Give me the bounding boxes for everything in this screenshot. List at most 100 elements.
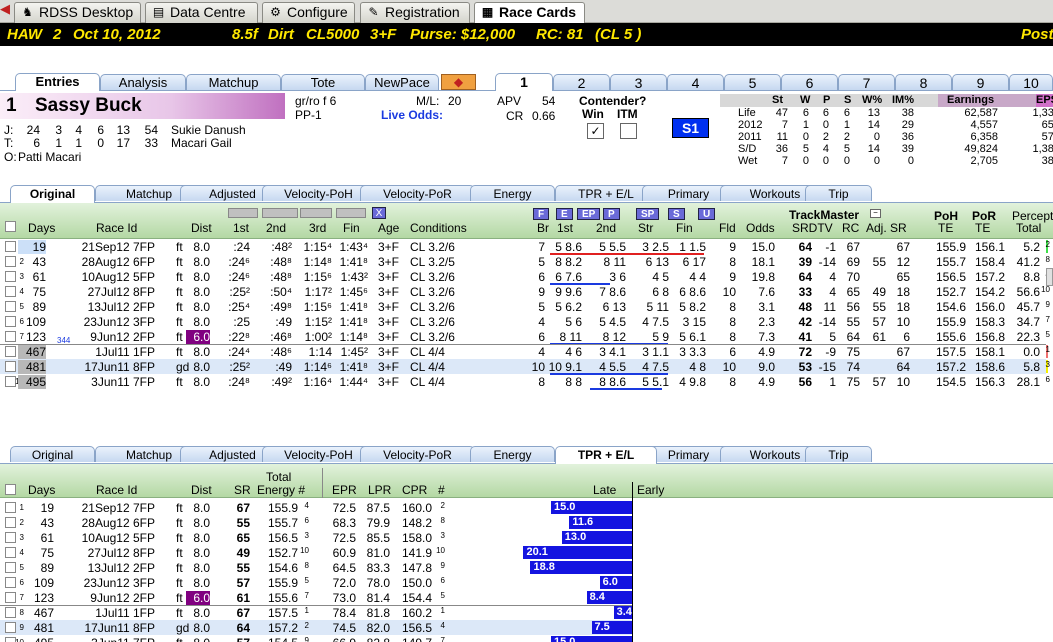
row-call-2: :49 <box>275 360 292 374</box>
row-cpr-rank: 2 <box>440 501 445 510</box>
tab-newpace[interactable]: NewPace <box>365 74 439 90</box>
row-conditions: CL 3.2/6 <box>410 285 455 299</box>
row-pos-1: 8 11 <box>559 330 582 344</box>
pp-header-first: 1st <box>233 221 250 235</box>
row-pos-2: 7 8.6 <box>599 285 626 299</box>
record-cell: 36 <box>901 131 914 143</box>
row-lpr: 79.9 <box>366 516 390 530</box>
tab-configure[interactable]: ⚙ Configure <box>262 2 355 23</box>
race-distance: 8.5f <box>232 26 258 43</box>
back-arrow-icon[interactable]: ◀ <box>0 2 12 16</box>
record-row-label: Life <box>738 107 756 119</box>
row-call-3: 1:00² <box>304 330 332 344</box>
row-call-3: 1:17² <box>304 285 332 299</box>
pp-header-adjsr: Adj. SR <box>866 221 907 235</box>
row-call-1: :22⁸ <box>228 330 250 344</box>
past-tab-original[interactable]: Original <box>10 185 95 203</box>
horse-tab-1[interactable]: 1 <box>495 73 553 91</box>
record-cell: 6 <box>802 107 809 119</box>
s1-button[interactable]: S1 <box>672 118 709 138</box>
past-tab-tpr-e-l[interactable]: TPR + E/L <box>555 446 657 464</box>
tab-data-centre[interactable]: ▤ Data Centre <box>145 2 258 23</box>
tab-tote[interactable]: Tote <box>281 74 365 90</box>
tab-matchup[interactable]: Matchup <box>186 74 281 90</box>
past-tab-trip[interactable]: Trip <box>805 446 872 462</box>
horse-tab-8[interactable]: 8 <box>895 74 952 91</box>
row-te-rank: 9 <box>304 636 309 642</box>
record-cell: 4 <box>822 143 829 155</box>
tab-race-cards[interactable]: ▦ Race Cards <box>474 2 585 24</box>
row-track: ft <box>176 315 183 329</box>
tab-analysis[interactable]: Analysis <box>100 74 186 90</box>
itm-checkbox[interactable] <box>620 123 637 139</box>
row-cpr-rank: 8 <box>440 516 445 525</box>
database-icon: ▤ <box>152 5 165 19</box>
past-tab-energy[interactable]: Energy <box>470 446 555 462</box>
right-scrollbar[interactable] <box>1046 268 1053 286</box>
pp-header-fin: Fin <box>343 221 360 235</box>
collapse-icon[interactable]: − <box>870 209 881 218</box>
pace-diamond-icon[interactable]: ◆ <box>441 74 476 90</box>
pace-style-button[interactable]: E <box>556 208 573 220</box>
pace-style-button[interactable]: P <box>603 208 620 220</box>
row-dist: 8.0 <box>193 375 210 389</box>
past-tab-velocity-poh[interactable]: Velocity-PoH <box>262 446 375 462</box>
horse-tab-5[interactable]: 5 <box>724 74 781 91</box>
past-tab-energy[interactable]: Energy <box>470 185 555 201</box>
pace-style-button[interactable]: S <box>668 208 685 220</box>
past-tab-original[interactable]: Original <box>10 446 95 462</box>
tab-rdss-desktop[interactable]: ♞ RDSS Desktop <box>14 2 141 23</box>
tab-entries[interactable]: Entries <box>15 73 100 91</box>
row-odds: 15.0 <box>751 240 775 254</box>
fraction-button[interactable] <box>336 208 366 218</box>
pace-style-button[interactable]: F <box>533 208 550 220</box>
row-conditions: CL 4/4 <box>410 360 445 374</box>
pace-style-button[interactable]: U <box>698 208 716 220</box>
record-cell: 4,557 <box>970 119 998 131</box>
row-pos-fin: 1 1.5 <box>679 240 706 254</box>
race-card-icon: ▦ <box>481 5 494 19</box>
fraction-button[interactable] <box>262 208 298 218</box>
row-call-fin: 1:44⁴ <box>339 375 368 389</box>
trip-line-red <box>550 253 704 255</box>
horse-tab-4[interactable]: 4 <box>667 74 724 91</box>
fraction-button[interactable] <box>228 208 258 218</box>
row-pos-fin: 4 4 <box>689 270 706 284</box>
late-bar: 6.0 <box>599 576 632 589</box>
horse-tab-3[interactable]: 3 <box>610 74 667 91</box>
row-percept-total: 8.8 <box>1023 270 1040 284</box>
past-tab-trip[interactable]: Trip <box>805 185 872 201</box>
horse-tab-7[interactable]: 7 <box>838 74 895 91</box>
horse-tab-6[interactable]: 6 <box>781 74 838 91</box>
horse-tab-9[interactable]: 9 <box>952 74 1009 91</box>
row-percept-rank: 1 <box>1045 345 1050 354</box>
row-adj-sr: 67 <box>896 240 910 254</box>
past-tab-velocity-por[interactable]: Velocity-PoR <box>360 446 475 462</box>
select-all-checkbox[interactable] <box>5 221 16 232</box>
tab-registration[interactable]: ✎ Registration <box>360 2 470 23</box>
row-days: 481 <box>18 360 46 374</box>
close-x-button[interactable]: X <box>372 207 386 219</box>
row-pos-1: 9 9.6 <box>555 285 582 299</box>
trainer-name[interactable]: Macari Gail <box>171 136 232 150</box>
horse-pp: PP-1 <box>295 108 322 122</box>
row-track: ft <box>176 345 183 359</box>
record-cell: 38 <box>901 107 914 119</box>
row-age: 3+F <box>378 285 400 299</box>
row-days: 75 <box>32 285 46 299</box>
past-tab-velocity-por[interactable]: Velocity-PoR <box>360 185 475 201</box>
horse-tab-2[interactable]: 2 <box>553 74 610 91</box>
win-checkbox[interactable]: ✓ <box>587 123 604 139</box>
row-break: 9 <box>538 285 545 299</box>
horse-tab-10[interactable]: 10 <box>1009 74 1053 91</box>
past-tab-velocity-poh[interactable]: Velocity-PoH <box>262 185 375 201</box>
row-race-id: 1Jul11 1FP <box>95 606 155 620</box>
row-age: 3+F <box>378 315 400 329</box>
tpr-select-all-checkbox[interactable] <box>5 484 16 495</box>
row-days: 61 <box>40 531 54 545</box>
live-odds-link[interactable]: Live Odds: <box>381 108 443 122</box>
pace-style-button[interactable]: EP <box>577 208 601 220</box>
pace-style-button[interactable]: SP <box>636 208 660 220</box>
fraction-button[interactable] <box>300 208 332 218</box>
jockey-name[interactable]: Sukie Danush <box>171 123 246 137</box>
